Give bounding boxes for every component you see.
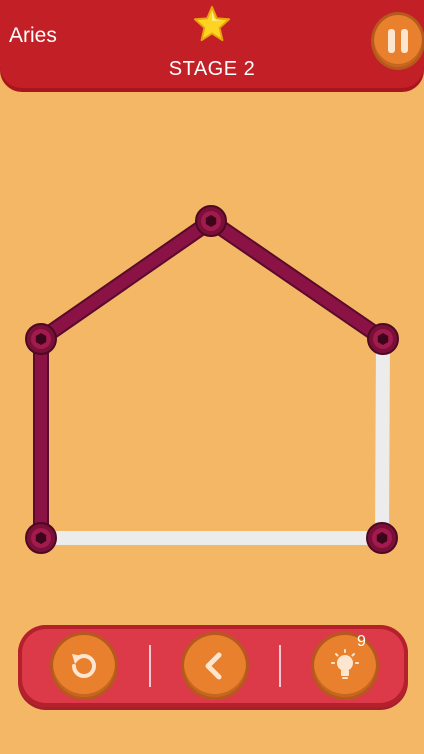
hint-count: 9 [357, 633, 366, 650]
divider [279, 645, 281, 687]
graph-node-top[interactable] [195, 205, 227, 237]
lightbulb-icon [331, 649, 359, 679]
control-bar [18, 625, 408, 707]
hint-button[interactable] [314, 635, 376, 697]
undo-button[interactable] [184, 635, 246, 697]
graph-node-upper-right[interactable] [367, 323, 399, 355]
restart-button[interactable] [53, 635, 115, 697]
divider [149, 645, 151, 687]
restart-icon [72, 654, 96, 678]
undrawn-edge[interactable] [375, 332, 390, 545]
graph-node-bottom-right[interactable] [366, 522, 398, 554]
graph-node-bottom-left[interactable] [25, 522, 57, 554]
drawn-edge[interactable] [205, 215, 389, 345]
back-arrow-icon [205, 652, 222, 680]
graph-node-upper-left[interactable] [25, 323, 57, 355]
drawn-edge[interactable] [35, 215, 217, 345]
